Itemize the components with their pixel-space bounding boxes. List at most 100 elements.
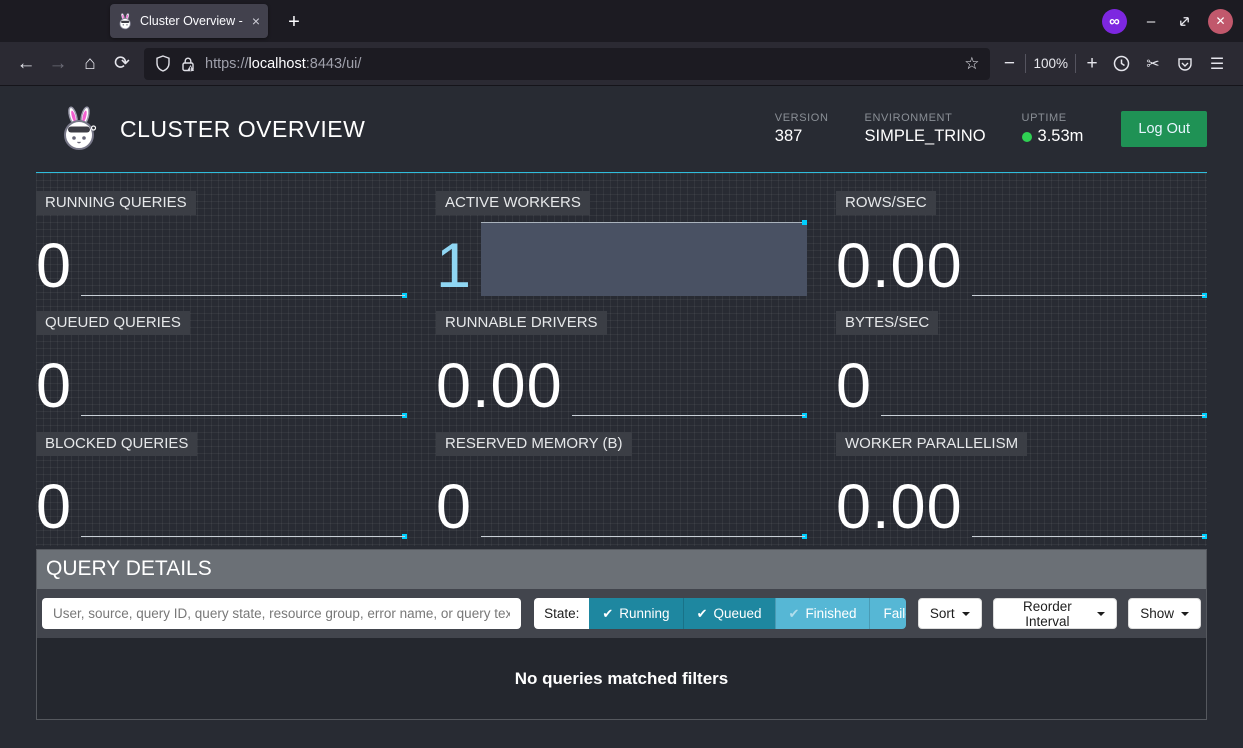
sparkline-dot	[402, 534, 407, 539]
reorder-interval-label: Reorder Interval	[1005, 599, 1091, 629]
page-title: CLUSTER OVERVIEW	[120, 116, 365, 143]
stat-value: 0	[36, 479, 81, 537]
sort-label: Sort	[930, 606, 955, 621]
chevron-down-icon	[1097, 612, 1105, 616]
browser-titlebar: Cluster Overview - Trino × + ∞ – ✕	[0, 0, 1243, 42]
stat-value: 0.00	[836, 479, 972, 537]
stat-label: RUNNING QUERIES	[36, 191, 196, 215]
sort-dropdown-button[interactable]: Sort	[918, 598, 982, 629]
version-info: VERSION 387	[775, 112, 829, 146]
reorder-interval-dropdown-button[interactable]: Reorder Interval	[993, 598, 1118, 629]
uptime-label: UPTIME	[1022, 112, 1084, 124]
stat-value: 0	[436, 479, 481, 537]
stat-value: 1	[436, 238, 481, 296]
toolbar-divider	[1025, 54, 1026, 73]
restore-button[interactable]	[1175, 12, 1193, 30]
sparkline-dot	[802, 413, 807, 418]
query-details-panel: QUERY DETAILS State: ✔ Running ✔ Queued …	[36, 549, 1207, 720]
state-filter-failed-dropdown[interactable]: Failed	[869, 598, 905, 629]
state-filter-finished[interactable]: ✔ Finished	[775, 598, 870, 629]
trino-page: CLUSTER OVERVIEW VERSION 387 ENVIRONMENT…	[0, 86, 1243, 748]
state-filter-text: Queued	[713, 606, 761, 621]
new-tab-button[interactable]: +	[280, 11, 308, 34]
stat-label: BYTES/SEC	[836, 311, 938, 335]
url-scheme: https://	[205, 56, 249, 72]
uptime-value: 3.53m	[1038, 127, 1084, 146]
url-path: :8443/ui/	[306, 56, 362, 72]
trino-favicon-icon	[118, 13, 133, 30]
sparkline-chart	[481, 222, 807, 296]
state-filter-text: Failed	[883, 606, 905, 621]
stat-card-rows-sec: ROWS/SEC 0.00	[836, 185, 1207, 305]
logout-button[interactable]: Log Out	[1121, 111, 1207, 147]
sparkline-dot	[1202, 413, 1207, 418]
tab-close-icon[interactable]: ×	[252, 14, 260, 28]
stat-value: 0	[36, 358, 81, 416]
stat-card-bytes-sec: BYTES/SEC 0	[836, 305, 1207, 425]
state-filter-group: State: ✔ Running ✔ Queued ✔ Finished Fai…	[534, 598, 906, 629]
chevron-down-icon	[962, 612, 970, 616]
sparkline-chart	[972, 222, 1207, 296]
toolbar-divider	[1075, 54, 1076, 73]
check-icon: ✔	[602, 606, 613, 622]
pocket-icon[interactable]	[1169, 48, 1201, 80]
history-clock-icon[interactable]	[1105, 48, 1137, 80]
trino-bunny-logo	[59, 106, 101, 152]
stat-label: ROWS/SEC	[836, 191, 936, 215]
zoom-in-button[interactable]: +	[1079, 48, 1105, 80]
version-value: 387	[775, 127, 829, 146]
stat-value: 0	[36, 238, 81, 296]
sparkline-chart	[81, 342, 407, 416]
chevron-down-icon	[1181, 612, 1189, 616]
screenshot-scissors-icon[interactable]: ✂	[1137, 48, 1169, 80]
state-filter-text: Running	[619, 606, 669, 621]
show-dropdown-button[interactable]: Show	[1128, 598, 1201, 629]
check-icon: ✔	[697, 606, 708, 622]
tab-title: Cluster Overview - Trino	[140, 14, 245, 28]
stat-value: 0.00	[436, 358, 572, 416]
uptime-info: UPTIME 3.53m	[1022, 112, 1084, 146]
stat-card-blocked-queries: BLOCKED QUERIES 0	[36, 426, 407, 546]
zoom-out-button[interactable]: −	[996, 48, 1022, 80]
stat-value: 0	[836, 358, 881, 416]
sparkline-chart	[881, 342, 1207, 416]
browser-toolbar: ← → ⌂ ⟳ https://localhost:8443/ui/ ☆ − 1…	[0, 42, 1243, 86]
state-filter-queued[interactable]: ✔ Queued	[683, 598, 775, 629]
sparkline-dot	[1202, 293, 1207, 298]
state-filter-running[interactable]: ✔ Running	[589, 598, 682, 629]
query-details-title: QUERY DETAILS	[37, 550, 1206, 589]
forward-button[interactable]: →	[42, 48, 74, 80]
reload-button[interactable]: ⟳	[106, 48, 138, 80]
sparkline-dot	[802, 534, 807, 539]
url-bar[interactable]: https://localhost:8443/ui/ ☆	[144, 48, 990, 80]
home-button[interactable]: ⌂	[74, 48, 106, 80]
sparkline-chart	[481, 463, 807, 537]
stat-card-runnable-drivers: RUNNABLE DRIVERS 0.00	[436, 305, 807, 425]
stat-card-reserved-memory: RESERVED MEMORY (B) 0	[436, 426, 807, 546]
minimize-button[interactable]: –	[1142, 13, 1160, 30]
stat-label: RESERVED MEMORY (B)	[436, 432, 632, 456]
sparkline-dot	[402, 413, 407, 418]
sparkline-dot	[1202, 534, 1207, 539]
state-filter-label: State:	[534, 598, 589, 629]
stat-value: 0.00	[836, 238, 972, 296]
state-filter-text: Finished	[805, 606, 856, 621]
url-text[interactable]: https://localhost:8443/ui/	[205, 56, 955, 72]
environment-label: ENVIRONMENT	[865, 112, 986, 124]
back-button[interactable]: ←	[10, 48, 42, 80]
show-label: Show	[1140, 606, 1174, 621]
close-button[interactable]: ✕	[1208, 9, 1233, 34]
query-search-input[interactable]	[42, 598, 521, 629]
stat-card-active-workers: ACTIVE WORKERS 1	[436, 185, 807, 305]
environment-info: ENVIRONMENT SIMPLE_TRINO	[865, 112, 986, 146]
shield-icon[interactable]	[155, 55, 171, 72]
menu-hamburger-icon[interactable]: ☰	[1201, 48, 1233, 80]
stat-label: ACTIVE WORKERS	[436, 191, 590, 215]
stat-card-queued-queries: QUEUED QUERIES 0	[36, 305, 407, 425]
zoom-level[interactable]: 100%	[1029, 56, 1072, 71]
browser-tab[interactable]: Cluster Overview - Trino ×	[110, 4, 268, 38]
bookmark-star-icon[interactable]: ☆	[964, 54, 979, 74]
stat-card-running-queries: RUNNING QUERIES 0	[36, 185, 407, 305]
lock-warning-icon[interactable]	[180, 56, 196, 72]
stat-label: BLOCKED QUERIES	[36, 432, 197, 456]
